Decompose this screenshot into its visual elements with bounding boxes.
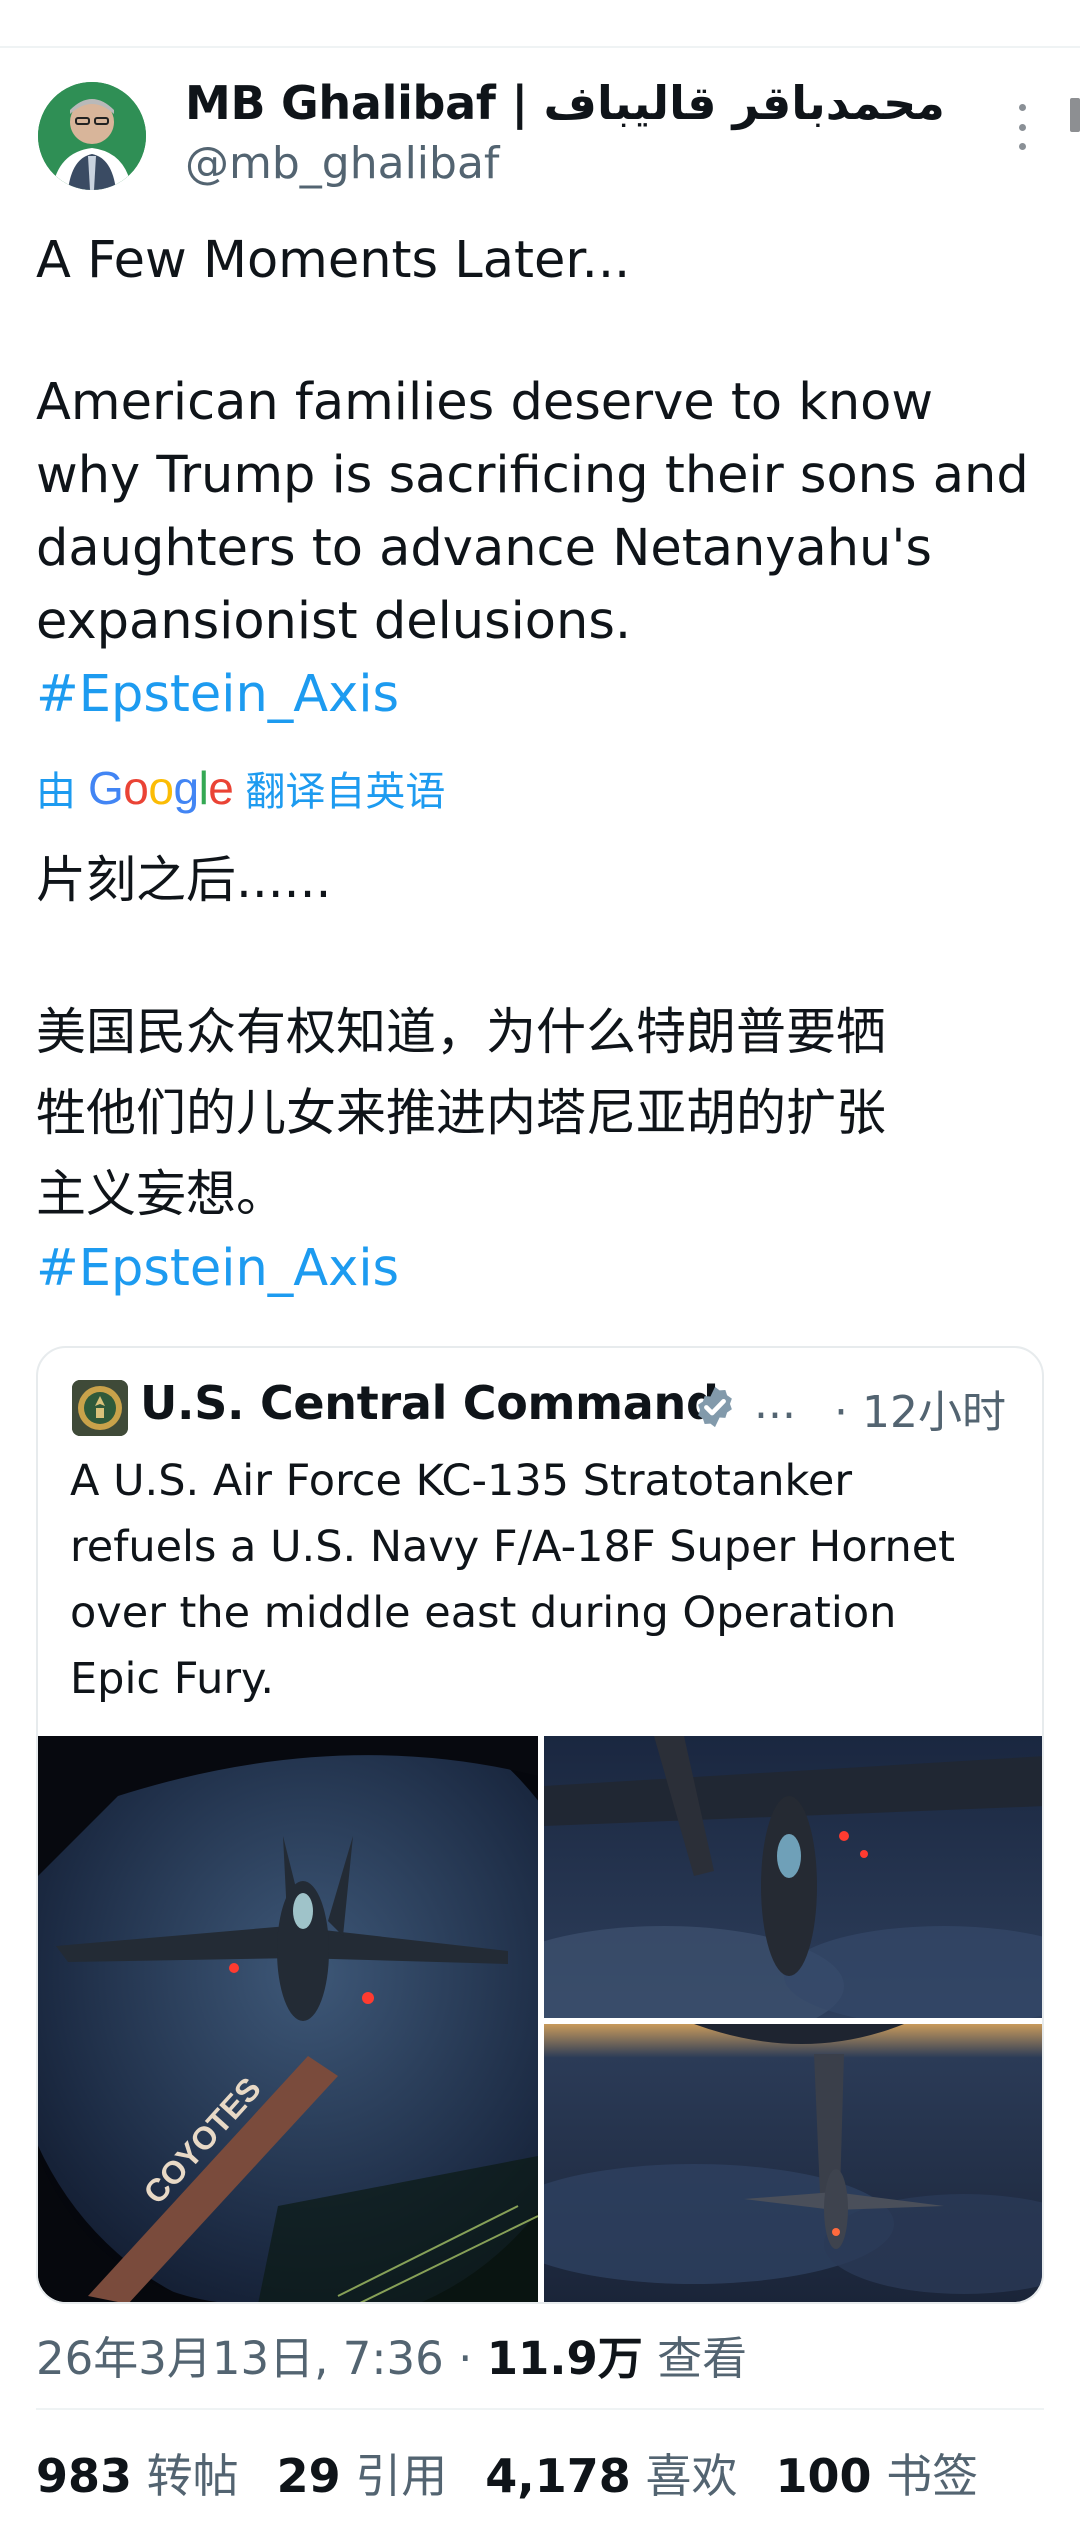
quoted-text-line: over the middle east during Operation [70, 1588, 897, 1638]
translation-paragraph-line: 美国民众有权知道，为什么特朗普要牺 [36, 1003, 886, 1061]
quoted-author-name[interactable]: U.S. Central Command [140, 1376, 719, 1430]
tweet-text-line1: A Few Moments Later... [36, 231, 631, 290]
quoted-timestamp[interactable]: · 12小时 [834, 1376, 1006, 1440]
quoted-author-avatar[interactable] [72, 1380, 128, 1436]
author-handle[interactable]: @mb_ghalibaf [185, 138, 499, 189]
meta-separator: · [443, 2332, 487, 2385]
stat-label: 转帖 [146, 2449, 239, 2503]
stat-count: 4,178 [485, 2449, 631, 2503]
stat-bookmarks[interactable]: 100 书签 [775, 2440, 978, 2506]
media-image-hornet-underside[interactable] [544, 1736, 1042, 2018]
engagement-stats: 983 转帖 29 引用 4,178 喜欢 100 书签 [36, 2440, 1016, 2506]
translation-line1: 片刻之后...... [36, 851, 332, 909]
author-avatar[interactable] [38, 82, 146, 190]
scrollbar[interactable] [1070, 98, 1080, 132]
stat-count: 29 [276, 2449, 341, 2503]
translation-prefix: 由 [36, 769, 76, 815]
views-label: 查看 [657, 2332, 748, 2385]
views-count: 11.9万 [486, 2332, 643, 2385]
stat-label: 喜欢 [645, 2449, 738, 2503]
tweet-paragraph-line: why Trump is sacrificing their sons and [36, 446, 1029, 505]
google-logo: Google [88, 762, 234, 814]
stats-divider [36, 2408, 1044, 2410]
quoted-name-ellipsis: ... [754, 1378, 796, 1429]
tweet-paragraph-line: American families deserve to know [36, 373, 934, 432]
tweet-paragraph-line: expansionist delusions. [36, 592, 632, 651]
quoted-tweet-text: A U.S. Air Force KC-135 Stratotanker ref… [70, 1448, 1030, 1712]
stat-label: 书签 [886, 2449, 979, 2503]
more-options-icon[interactable] [1004, 104, 1040, 150]
quoted-text-line: Epic Fury. [70, 1654, 275, 1704]
media-image-refueling-boom[interactable]: COYOTES [38, 1736, 538, 2302]
tweet-paragraph: American families deserve to know why Tr… [36, 366, 1029, 731]
quoted-tweet-card[interactable]: U.S. Central Command ... · 12小时 A U.S. A… [36, 1346, 1044, 2304]
translation-paragraph-line: 牲他们的儿女来推进内塔尼亚胡的扩张 [36, 1084, 886, 1142]
translation-hashtag-link[interactable]: #Epstein_Axis [36, 1232, 399, 1305]
stat-count: 100 [775, 2449, 872, 2503]
translation-suffix: 翻译自英语 [245, 769, 446, 815]
hashtag-link[interactable]: #Epstein_Axis [36, 658, 1029, 731]
media-image-tanker-sunset[interactable] [544, 2024, 1042, 2302]
tweet-metadata: 26年3月13日, 7:36 · 11.9万 查看 [36, 2322, 747, 2387]
author-name[interactable]: MB Ghalibaf | محمدباقر قالیباف [185, 76, 945, 130]
stat-label: 引用 [355, 2449, 448, 2503]
tweet-date[interactable]: 26年3月13日, 7:36 [36, 2332, 444, 2385]
quoted-text-line: A U.S. Air Force KC-135 Stratotanker [70, 1456, 853, 1506]
stat-reposts[interactable]: 983 转帖 [36, 2440, 239, 2506]
stat-likes[interactable]: 4,178 喜欢 [485, 2440, 737, 2506]
translation-attribution[interactable]: 由 Google 翻译自英语 [36, 758, 445, 818]
tweet-paragraph-line: daughters to advance Netanyahu's [36, 519, 932, 578]
translation-paragraph: 美国民众有权知道，为什么特朗普要牺 牲他们的儿女来推进内塔尼亚胡的扩张 主义妄想… [36, 992, 886, 1235]
stat-count: 983 [36, 2449, 133, 2503]
translation-paragraph-line: 主义妄想。 [36, 1165, 286, 1223]
verified-badge-icon [698, 1386, 732, 1428]
top-divider [0, 46, 1080, 48]
stat-quotes[interactable]: 29 引用 [277, 2440, 448, 2506]
quoted-text-line: refuels a U.S. Navy F/A-18F Super Hornet [70, 1522, 956, 1572]
